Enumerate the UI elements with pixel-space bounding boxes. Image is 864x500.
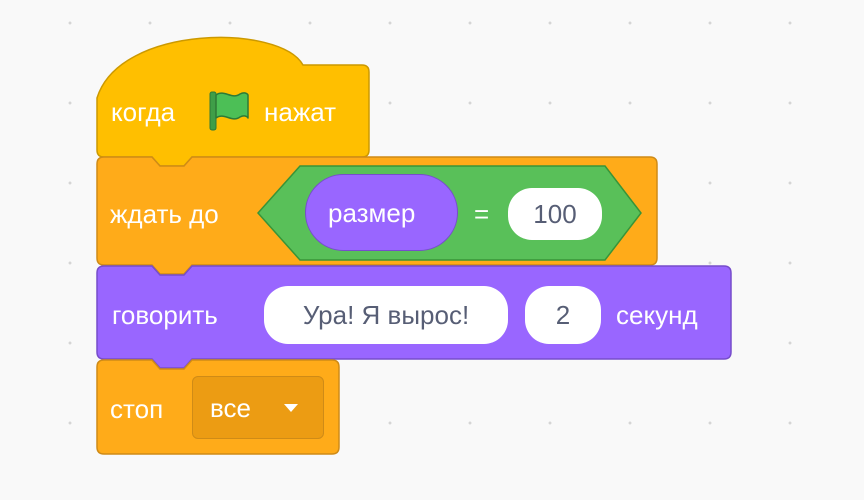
stop-option-dropdown[interactable]: все: [192, 376, 324, 439]
seconds-input[interactable]: 2: [525, 286, 601, 344]
script-stack: [96, 36, 732, 455]
message-text: Ура! Я вырос!: [302, 300, 470, 330]
stop-label: стоп: [110, 394, 164, 424]
compare-value-input[interactable]: 100: [508, 188, 602, 240]
size-reporter[interactable]: размер: [305, 174, 458, 251]
equals-sign: =: [474, 199, 490, 229]
size-reporter-label: размер: [328, 198, 416, 228]
message-input[interactable]: Ура! Я вырос!: [264, 286, 508, 344]
wait-until-label: ждать до: [110, 199, 219, 229]
compare-value-text: 100: [533, 199, 577, 229]
hat-label-when: когда: [111, 97, 176, 127]
seconds-unit-label: секунд: [616, 300, 698, 330]
seconds-text: 2: [555, 300, 571, 330]
code-workspace[interactable]: когда нажат ждать до размер = 100 говори…: [0, 0, 864, 500]
chevron-down-icon: [284, 404, 298, 412]
hat-label-clicked: нажат: [264, 97, 337, 127]
stop-option-text: все: [210, 393, 251, 423]
say-label: говорить: [112, 300, 218, 330]
